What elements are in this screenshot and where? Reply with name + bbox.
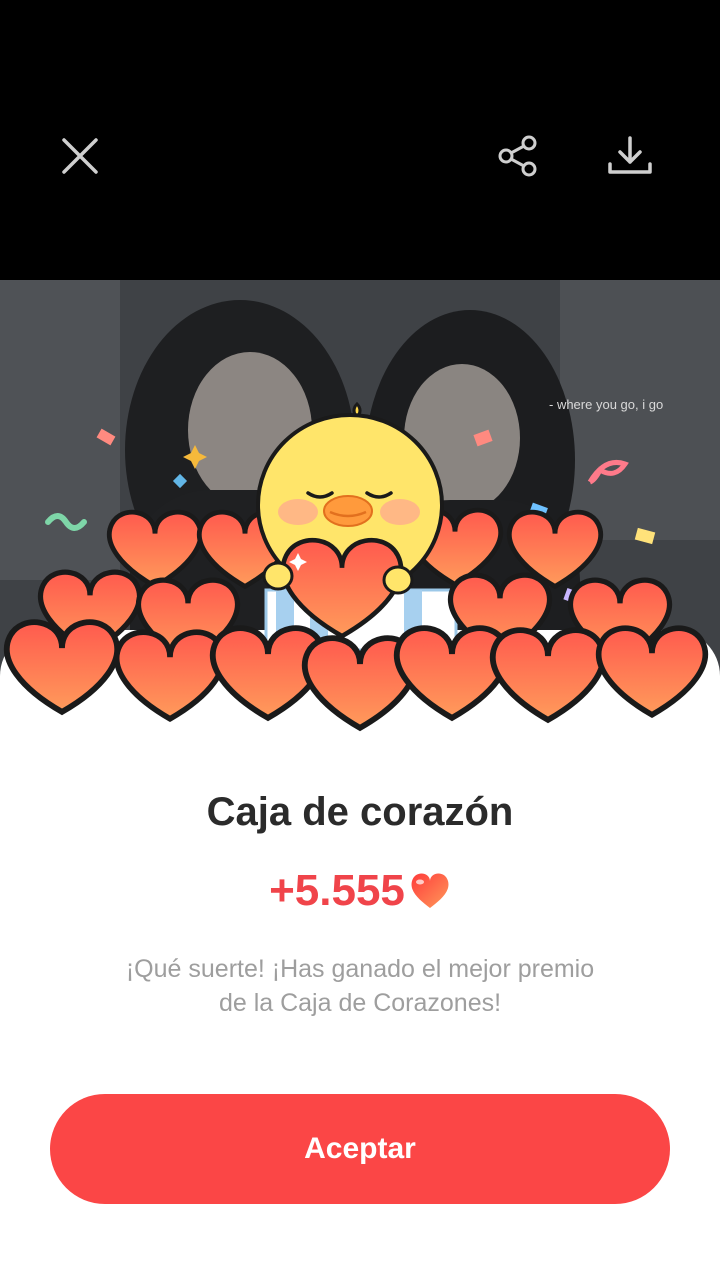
reward-amount-value: +5.555 — [269, 866, 405, 915]
close-icon — [62, 138, 98, 174]
download-icon — [608, 136, 652, 174]
reward-amount: +5.555 — [0, 866, 720, 916]
share-button[interactable] — [490, 128, 546, 184]
close-button[interactable] — [52, 128, 108, 184]
accept-button[interactable]: Aceptar — [50, 1094, 670, 1204]
reward-title: Caja de corazón — [206, 790, 514, 834]
reward-description: ¡Qué suerte! ¡Has ganado el mejor premio… — [125, 955, 595, 1017]
download-button[interactable] — [600, 128, 660, 184]
heart-box-illustration — [0, 401, 720, 750]
heart-icon — [411, 873, 449, 908]
accept-button-label: Aceptar — [304, 1132, 416, 1165]
share-icon — [498, 135, 537, 177]
